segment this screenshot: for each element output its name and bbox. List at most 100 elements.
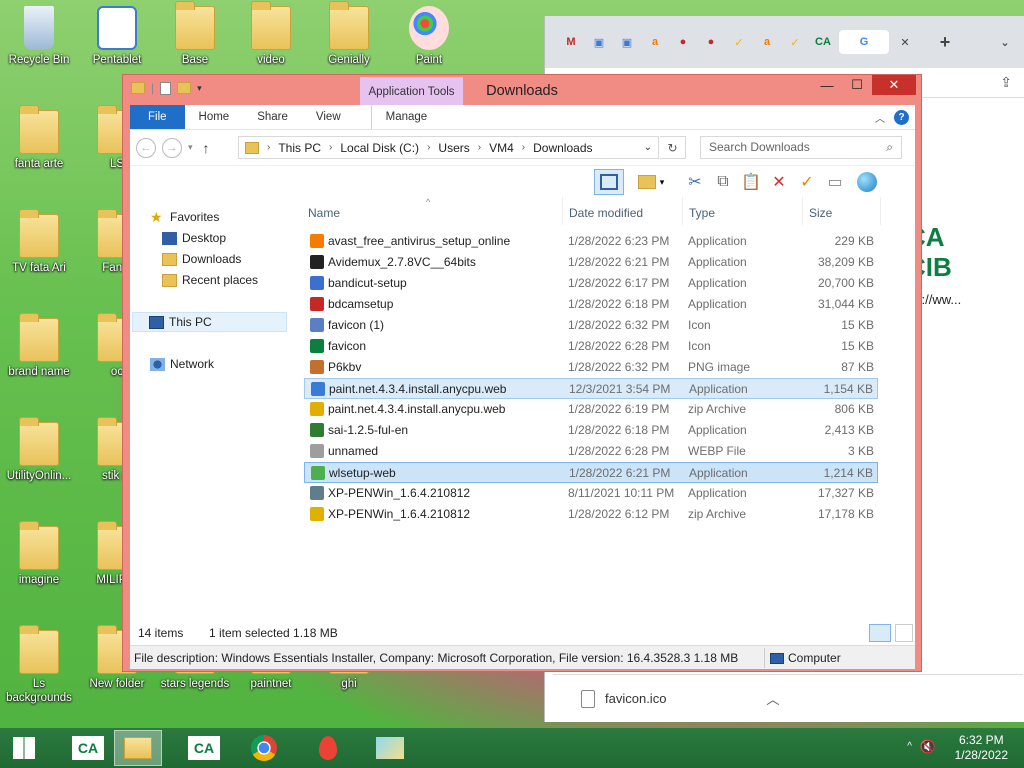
column-header-date[interactable]: Date modified xyxy=(569,203,643,223)
search-input[interactable]: Search Downloads ⌕ xyxy=(700,136,902,159)
desktop-icon-paint[interactable]: Paint xyxy=(394,6,464,67)
details-view-icon[interactable] xyxy=(869,624,891,642)
breadcrumb-users[interactable]: Users xyxy=(438,141,469,155)
desktop-icon-brand-name[interactable]: brand name xyxy=(4,313,74,379)
nav-recent-places[interactable]: Recent places xyxy=(162,270,258,290)
column-header-name[interactable]: Name xyxy=(308,203,340,223)
show-hidden-icons[interactable]: ^ xyxy=(907,741,912,752)
ca-icon[interactable]: CA xyxy=(180,730,228,766)
delete-icon[interactable]: ✕ xyxy=(766,169,792,195)
column-header-size[interactable]: Size xyxy=(809,203,832,223)
dropdown-icon[interactable]: ▾ xyxy=(656,169,668,195)
rename-check-icon[interactable]: ✓ xyxy=(794,169,820,195)
close-button[interactable]: ✕ xyxy=(872,75,916,95)
record-icon[interactable]: ● xyxy=(699,30,723,54)
file-row[interactable]: P6kbv 1/28/2022 6:32 PM PNG image 87 KB xyxy=(304,357,878,378)
desktop-icon-pentablet[interactable]: Pentablet xyxy=(82,6,152,67)
doc-icon[interactable]: ▣ xyxy=(615,30,639,54)
share-icon[interactable]: ⇪ xyxy=(1000,74,1012,91)
chevron-up-icon[interactable]: ︿ xyxy=(875,110,885,125)
chrome-icon[interactable] xyxy=(240,730,288,766)
breadcrumb-vm4[interactable]: VM4 xyxy=(489,141,514,155)
nav-this-pc[interactable]: This PC xyxy=(132,312,287,332)
address-bar[interactable]: › This PC › Local Disk (C:) › Users › VM… xyxy=(238,136,659,159)
avast-icon[interactable]: a xyxy=(755,30,779,54)
file-row[interactable]: paint.net.4.3.4.install.anycpu.web 12/3/2… xyxy=(304,378,878,399)
ca-icon[interactable]: CA xyxy=(64,730,112,766)
column-header-type[interactable]: Type xyxy=(689,203,715,223)
download-bar[interactable]: favicon.ico ︿ xyxy=(553,674,1023,722)
avast-icon[interactable]: a xyxy=(643,30,667,54)
desktop-icon-ls-backgrounds[interactable]: Ls backgrounds xyxy=(4,625,74,705)
file-row[interactable]: XP-PENWin_1.6.4.210812 1/28/2022 6:12 PM z… xyxy=(304,504,878,525)
up-button[interactable]: ↑ xyxy=(203,140,210,156)
file-row[interactable]: paint.net.4.3.4.install.anycpu.web 1/28/2… xyxy=(304,399,878,420)
tab-file[interactable]: File xyxy=(130,105,185,129)
breadcrumb-downloads[interactable]: Downloads xyxy=(533,141,592,155)
cut-icon[interactable]: ✂ xyxy=(682,169,708,195)
nav-downloads[interactable]: Downloads xyxy=(162,249,241,269)
refresh-button[interactable]: ↻ xyxy=(660,136,686,159)
preview-pane-icon[interactable] xyxy=(594,169,624,195)
address-dropdown-icon[interactable]: ⌄ xyxy=(644,142,652,153)
desktop-icon-base[interactable]: Base xyxy=(160,1,230,67)
copy-icon[interactable]: ⧉ xyxy=(710,169,736,195)
file-row[interactable]: unnamed 1/28/2022 6:28 PM WEBP File 3 KB xyxy=(304,441,878,462)
file-explorer-icon[interactable] xyxy=(114,730,162,766)
google-icon[interactable]: G xyxy=(839,30,889,54)
desktop-icon-genially[interactable]: Genially xyxy=(314,1,384,67)
properties-icon[interactable]: ▭ xyxy=(822,169,848,195)
download-filename[interactable]: favicon.ico xyxy=(605,691,666,706)
tab-share[interactable]: Share xyxy=(243,105,302,129)
help-icon[interactable]: ? xyxy=(894,109,909,125)
chevron-up-icon[interactable]: ︿ xyxy=(766,689,779,708)
desktop-icon-video[interactable]: video xyxy=(236,1,306,67)
desktop-icon-fanta-arte[interactable]: fanta arte xyxy=(4,105,74,171)
tab-search-icon[interactable]: ⌄ xyxy=(993,30,1017,54)
mcafee-icon[interactable]: M xyxy=(559,30,583,54)
breadcrumb-local-disk[interactable]: Local Disk (C:) xyxy=(340,141,419,155)
search-icon[interactable]: ⌕ xyxy=(886,137,893,158)
file-row[interactable]: Avidemux_2.7.8VC__64bits 1/28/2022 6:21 P… xyxy=(304,252,878,273)
file-row[interactable]: bandicut-setup 1/28/2022 6:17 PM Applicati… xyxy=(304,273,878,294)
check-icon[interactable]: ✓ xyxy=(727,30,751,54)
tab-manage[interactable]: Manage xyxy=(370,105,442,129)
maps-icon[interactable] xyxy=(304,730,352,766)
title-bar[interactable]: | ▾ Application Tools Downloads — ☐ ✕ xyxy=(123,75,921,105)
desktop-icon-utilityonlin[interactable]: UtilityOnlin... xyxy=(4,417,74,483)
maximize-button[interactable]: ☐ xyxy=(843,75,871,95)
file-row[interactable]: avast_free_antivirus_setup_online 1/28/20… xyxy=(304,231,878,252)
file-row[interactable]: bdcamsetup 1/28/2022 6:18 PM Application 31… xyxy=(304,294,878,315)
desktop-icon-imagine[interactable]: imagine xyxy=(4,521,74,587)
minimize-button[interactable]: — xyxy=(813,75,841,95)
nav-network[interactable]: Network xyxy=(150,354,214,374)
file-row[interactable]: wlsetup-web 1/28/2022 6:21 PM Application 1… xyxy=(304,462,878,483)
large-icons-view-icon[interactable] xyxy=(895,624,913,642)
tab-view[interactable]: View xyxy=(302,105,355,129)
file-row[interactable]: sai-1.2.5-ful-en 1/28/2022 6:18 PM Applica… xyxy=(304,420,878,441)
start-button[interactable] xyxy=(0,730,48,766)
desktop-icon-recycle-bin[interactable]: Recycle Bin xyxy=(4,6,74,67)
file-row[interactable]: favicon (1) 1/28/2022 6:32 PM Icon 15 KB xyxy=(304,315,878,336)
check-icon[interactable]: ✓ xyxy=(783,30,807,54)
close-tab-icon[interactable]: ✕ xyxy=(893,30,917,54)
nav-desktop[interactable]: Desktop xyxy=(162,228,226,248)
folders-icon[interactable] xyxy=(366,730,414,766)
paste-icon[interactable]: 📋 xyxy=(738,169,764,195)
volume-muted-icon[interactable]: 🔇 xyxy=(920,739,936,755)
globe-icon[interactable] xyxy=(854,169,880,195)
file-row[interactable]: favicon 1/28/2022 6:28 PM Icon 15 KB xyxy=(304,336,878,357)
recent-locations-icon[interactable]: ▾ xyxy=(188,142,193,153)
record-icon[interactable]: ● xyxy=(671,30,695,54)
doc-icon[interactable]: ▣ xyxy=(587,30,611,54)
tab-home[interactable]: Home xyxy=(185,105,244,129)
new-tab-button[interactable]: + xyxy=(933,30,957,54)
nav-favorites[interactable]: ★ Favorites xyxy=(150,207,219,227)
back-button[interactable]: ← xyxy=(136,137,156,158)
file-row[interactable]: XP-PENWin_1.6.4.210812 8/11/2021 10:11 PM… xyxy=(304,483,878,504)
system-clock[interactable]: 6:32 PM 1/28/2022 xyxy=(955,733,1008,763)
desktop-icon-tv-fata-ari[interactable]: TV fata Ari xyxy=(4,209,74,275)
ca-icon[interactable]: CA xyxy=(811,30,835,54)
breadcrumb-this-pc[interactable]: This PC xyxy=(278,141,321,155)
forward-button[interactable]: → xyxy=(162,137,182,158)
